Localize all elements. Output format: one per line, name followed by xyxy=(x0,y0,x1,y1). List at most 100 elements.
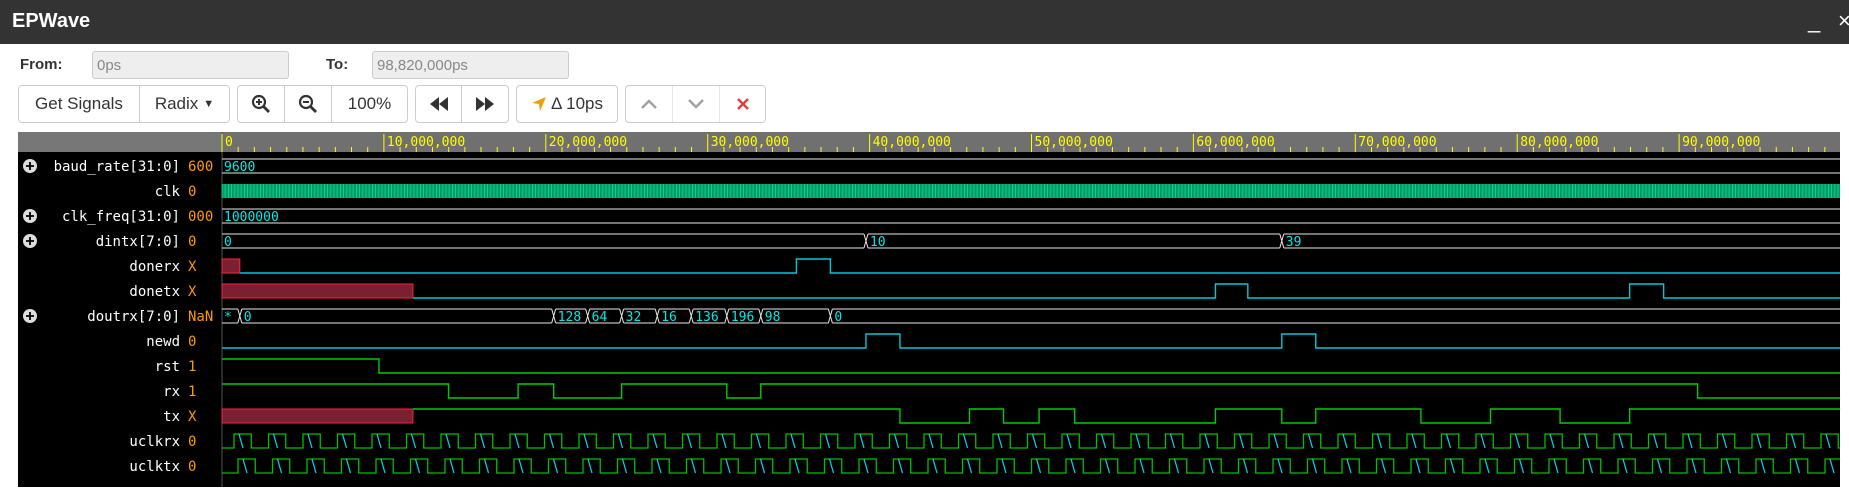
step-back-button[interactable] xyxy=(416,86,462,122)
bus-value-label: 98 xyxy=(765,310,781,325)
signal-name: newd xyxy=(146,334,180,350)
signal-row-donetx[interactable]: donetx X xyxy=(129,283,1840,300)
bus-transition xyxy=(863,233,869,249)
from-input[interactable] xyxy=(92,51,289,79)
signal-name: donerx xyxy=(129,259,180,275)
signal-row-clk-freq[interactable]: clk_freq[31:0] 000 1000000 xyxy=(23,208,1840,225)
next-transition-button[interactable] xyxy=(673,86,720,122)
signal-cursor-value: 600 xyxy=(188,159,213,175)
radix-dropdown[interactable]: Radix ▼ xyxy=(140,86,229,122)
bus-value-label: 0 xyxy=(834,310,842,325)
get-signals-button[interactable]: Get Signals xyxy=(19,86,140,122)
signal-row-doutrx[interactable]: doutrx[7:0] NaN * 0 128 64 32 16 136 196 98 0 xyxy=(23,308,1840,325)
bus-segment xyxy=(1283,233,1840,249)
bus-segment xyxy=(241,308,552,324)
expand-bus-button[interactable] xyxy=(23,234,37,248)
waveform-trace xyxy=(412,408,1840,424)
signal-row-rx[interactable]: rx 1 xyxy=(163,383,1840,400)
bus-transition xyxy=(619,308,625,324)
signal-row-tx[interactable]: tx X xyxy=(163,408,1840,425)
minimize-button[interactable]: _ xyxy=(1808,8,1820,34)
backward-icon xyxy=(429,97,448,111)
ruler-tick-label: 0 xyxy=(225,135,233,150)
app-title: EPWave xyxy=(12,10,91,32)
expand-bus-button[interactable] xyxy=(23,209,37,223)
to-label: To: xyxy=(326,56,349,73)
signal-cursor-value: 1 xyxy=(188,359,196,375)
zoom-in-button[interactable] xyxy=(238,86,285,122)
bus-transition xyxy=(654,308,660,324)
chevron-up-icon xyxy=(641,99,657,109)
bus-value-label: * xyxy=(224,310,232,325)
step-forward-button[interactable] xyxy=(462,86,508,122)
signal-name: baud_rate[31:0] xyxy=(54,159,180,175)
bus-segment xyxy=(832,308,1840,324)
bus-value-label: 196 xyxy=(731,310,754,325)
signal-cursor-value: X xyxy=(188,409,197,425)
signal-cursor-value: NaN xyxy=(188,309,213,325)
zoom-level-button[interactable]: 100% xyxy=(332,86,407,122)
chevron-down-icon xyxy=(688,99,704,109)
signal-button-group: Get Signals Radix ▼ xyxy=(18,85,230,123)
cursor-delta-button[interactable]: Δ 10ps xyxy=(517,86,617,122)
waveform-viewer[interactable]: 0 10,000,000 20,000,000 30,000,000 40,000,00… xyxy=(18,132,1840,487)
forward-icon xyxy=(476,97,494,111)
signal-row-newd[interactable]: newd 0 xyxy=(146,333,1840,350)
zoom-level-label: 100% xyxy=(347,94,392,113)
clock-dense-fill xyxy=(222,184,1840,198)
signal-row-dintx[interactable]: dintx[7:0] 0 0 10 39 xyxy=(23,233,1840,250)
signal-row-uclktx[interactable]: uclktx 0 xyxy=(129,458,1840,475)
zoom-out-button[interactable] xyxy=(285,86,332,122)
waveform-trace xyxy=(222,433,1840,449)
ruler-tick-label: 80,000,000 xyxy=(1520,135,1598,150)
zoom-out-icon xyxy=(298,94,317,113)
signal-cursor-value: 0 xyxy=(188,334,196,350)
bus-value-label: 0 xyxy=(244,310,252,325)
signal-cursor-value: 0 xyxy=(188,234,196,250)
title-bar: EPWave _ × xyxy=(0,0,1849,44)
signal-row-donerx[interactable]: donerx X xyxy=(129,258,1840,275)
signal-row-uclkrx[interactable]: uclkrx 0 xyxy=(129,433,1840,450)
cursor-delta-group: Δ 10ps xyxy=(516,85,618,123)
waveform-trace xyxy=(222,383,1840,399)
waveform-trace xyxy=(412,283,1840,299)
ruler-tick-label: 50,000,000 xyxy=(1035,135,1113,150)
bus-value-label: 128 xyxy=(558,310,581,325)
waveform-trace xyxy=(242,458,1835,474)
ruler-tick-label: 70,000,000 xyxy=(1358,135,1436,150)
ruler-tick-label: 30,000,000 xyxy=(711,135,789,150)
signal-row-rst[interactable]: rst 1 xyxy=(155,358,1840,375)
transition-button-group xyxy=(625,85,766,123)
signal-name: dintx[7:0] xyxy=(96,234,180,250)
get-signals-label: Get Signals xyxy=(35,94,123,113)
bus-value-label: 64 xyxy=(592,310,608,325)
signal-row-baud-rate[interactable]: baud_rate[31:0] 600 9600 xyxy=(23,158,1840,175)
signal-cursor-value: 0 xyxy=(188,184,196,200)
signal-row-clk[interactable]: clk 0 xyxy=(155,184,1840,200)
waveform-trace xyxy=(238,433,1831,449)
bus-segment xyxy=(867,233,1280,249)
bus-value-label: 16 xyxy=(661,310,677,325)
unknown-state-region xyxy=(221,258,241,274)
waveform-trace xyxy=(222,358,1840,374)
expand-bus-button[interactable] xyxy=(23,159,37,173)
expand-bus-button[interactable] xyxy=(23,309,37,323)
bus-transition xyxy=(585,308,591,324)
bus-transition xyxy=(1279,233,1285,249)
previous-transition-button[interactable] xyxy=(626,86,673,122)
waveform-trace xyxy=(239,258,1840,274)
remove-signal-button[interactable] xyxy=(720,86,765,122)
signal-cursor-value: X xyxy=(188,259,197,275)
waveform-trace xyxy=(222,458,1840,474)
zoom-in-icon xyxy=(251,94,270,113)
bus-value-label: 0 xyxy=(224,235,232,250)
bus-transition xyxy=(724,308,730,324)
bus-value-label: 32 xyxy=(626,310,642,325)
ruler-tick-label: 10,000,000 xyxy=(387,135,465,150)
close-button[interactable]: × xyxy=(1838,8,1849,34)
unknown-state-region xyxy=(221,283,414,299)
signal-name: clk xyxy=(155,184,181,200)
signal-cursor-value: 0 xyxy=(188,434,196,450)
to-input[interactable] xyxy=(372,51,569,79)
zoom-button-group: 100% xyxy=(237,85,408,123)
